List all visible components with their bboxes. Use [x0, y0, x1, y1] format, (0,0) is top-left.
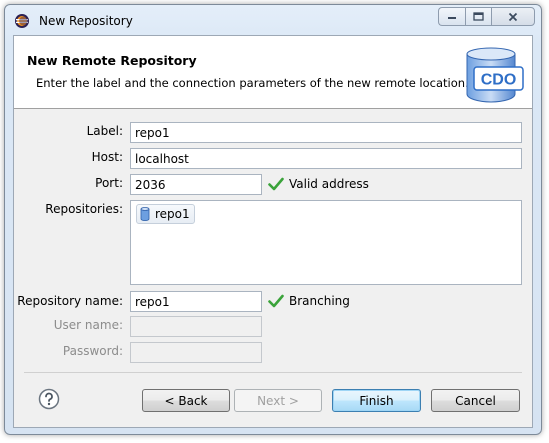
user-name-input[interactable] [130, 316, 262, 337]
host-input[interactable] [130, 148, 522, 169]
window-controls [438, 7, 535, 26]
check-icon [268, 177, 284, 191]
check-icon [268, 294, 284, 308]
next-button[interactable]: Next > [234, 389, 322, 412]
wizard-header: New Remote Repository Enter the label an… [14, 36, 532, 109]
close-icon [508, 12, 518, 21]
eclipse-app-icon [15, 14, 29, 28]
page-title: New Remote Repository [27, 53, 197, 68]
repositories-list[interactable]: repo1 [130, 200, 522, 285]
page-description: Enter the label and the connection param… [36, 76, 469, 90]
user-name-field-label: User name: [53, 318, 123, 332]
back-button[interactable]: < Back [142, 389, 230, 412]
cancel-button[interactable]: Cancel [431, 389, 520, 412]
port-status-text: Valid address [289, 177, 369, 191]
repository-name-field-label: Repository name: [17, 294, 123, 308]
title-bar[interactable]: New Repository [5, 5, 541, 35]
list-item[interactable]: repo1 [136, 204, 195, 224]
maximize-icon [473, 12, 484, 21]
minimize-icon [448, 16, 456, 19]
repositories-field-label: Repositories: [45, 202, 123, 216]
maximize-button[interactable] [465, 7, 491, 26]
dialog-content: New Remote Repository Enter the label an… [13, 35, 533, 428]
repository-icon [140, 207, 150, 221]
password-field-label: Password: [62, 344, 123, 358]
label-input[interactable] [130, 122, 522, 143]
label-field-label: Label: [86, 124, 123, 138]
finish-button[interactable]: Finish [332, 389, 421, 412]
window-title: New Repository [39, 14, 133, 28]
port-input[interactable] [130, 174, 262, 195]
port-status: Valid address [268, 177, 369, 191]
repository-item-label: repo1 [155, 207, 190, 221]
logo-text: CDO [481, 72, 517, 89]
close-button[interactable] [491, 7, 535, 26]
host-field-label: Host: [91, 150, 123, 164]
cdo-database-logo: CDO [466, 47, 524, 103]
branching-status-text: Branching [289, 294, 350, 308]
repository-name-input[interactable] [130, 291, 262, 312]
branching-status: Branching [268, 294, 350, 308]
dialog-window: New Repository New Remote Repository Ent… [4, 4, 542, 435]
help-icon[interactable] [38, 388, 60, 410]
footer-divider [24, 372, 522, 373]
password-input[interactable] [130, 342, 262, 363]
port-field-label: Port: [95, 176, 123, 190]
minimize-button[interactable] [438, 7, 465, 26]
